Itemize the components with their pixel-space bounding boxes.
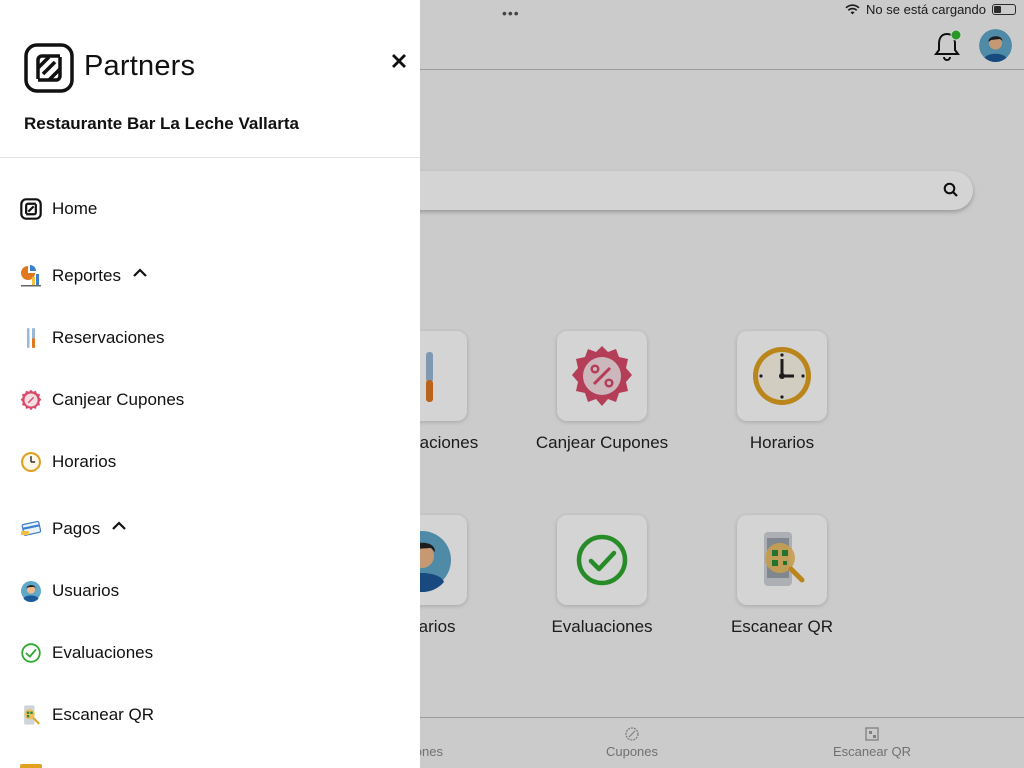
payment-card-icon	[21, 520, 42, 536]
menu-item-reportes[interactable]: Reportes	[0, 254, 420, 298]
restaurant-name: Restaurante Bar La Leche Vallarta	[24, 114, 299, 133]
utensils-icon	[27, 328, 35, 348]
side-drawer: Partners Restaurante Bar La Leche Vallar…	[0, 0, 420, 768]
user-icon	[21, 581, 41, 602]
chevron-up-icon[interactable]	[111, 521, 127, 531]
menu-item-reservaciones[interactable]: Reservaciones	[0, 316, 420, 360]
menu-item-label: Reportes	[52, 266, 121, 285]
clock-icon	[21, 452, 41, 472]
menu-item-label: Usuarios	[52, 581, 120, 600]
qr-scan-icon	[24, 705, 40, 725]
chevron-up-icon[interactable]	[132, 268, 148, 278]
coupon-icon	[20, 389, 42, 411]
menu-item-usuarios[interactable]: Usuarios	[0, 569, 420, 613]
menu-item-evaluaciones[interactable]: Evaluaciones	[0, 631, 420, 675]
brand-name: Partners	[84, 50, 196, 82]
reports-icon	[21, 265, 41, 287]
partners-logo-icon	[24, 43, 74, 93]
close-icon	[392, 54, 406, 68]
menu-item-label: Pagos	[52, 519, 101, 538]
menu-item-label: Home	[52, 199, 98, 218]
menu-item-label: Evaluaciones	[52, 643, 154, 662]
menu-item-horarios[interactable]: Horarios	[0, 440, 420, 484]
menu-item-partial[interactable]	[20, 764, 42, 768]
close-drawer-button[interactable]	[386, 48, 412, 74]
menu-item-escanear-qr[interactable]: Escanear QR	[0, 693, 420, 737]
partners-logo-icon	[20, 198, 42, 220]
menu-item-label: Canjear Cupones	[52, 390, 185, 409]
check-circle-icon	[21, 643, 41, 663]
drawer-header: Partners Restaurante Bar La Leche Vallar…	[0, 0, 420, 158]
menu-item-canjear-cupones[interactable]: Canjear Cupones	[0, 378, 420, 422]
menu-item-label: Horarios	[52, 452, 117, 471]
menu-item-home[interactable]: Home	[0, 187, 420, 231]
menu-item-label: Escanear QR	[52, 705, 155, 724]
menu-item-pagos[interactable]: Pagos	[0, 507, 420, 551]
menu-item-label: Reservaciones	[52, 328, 165, 347]
